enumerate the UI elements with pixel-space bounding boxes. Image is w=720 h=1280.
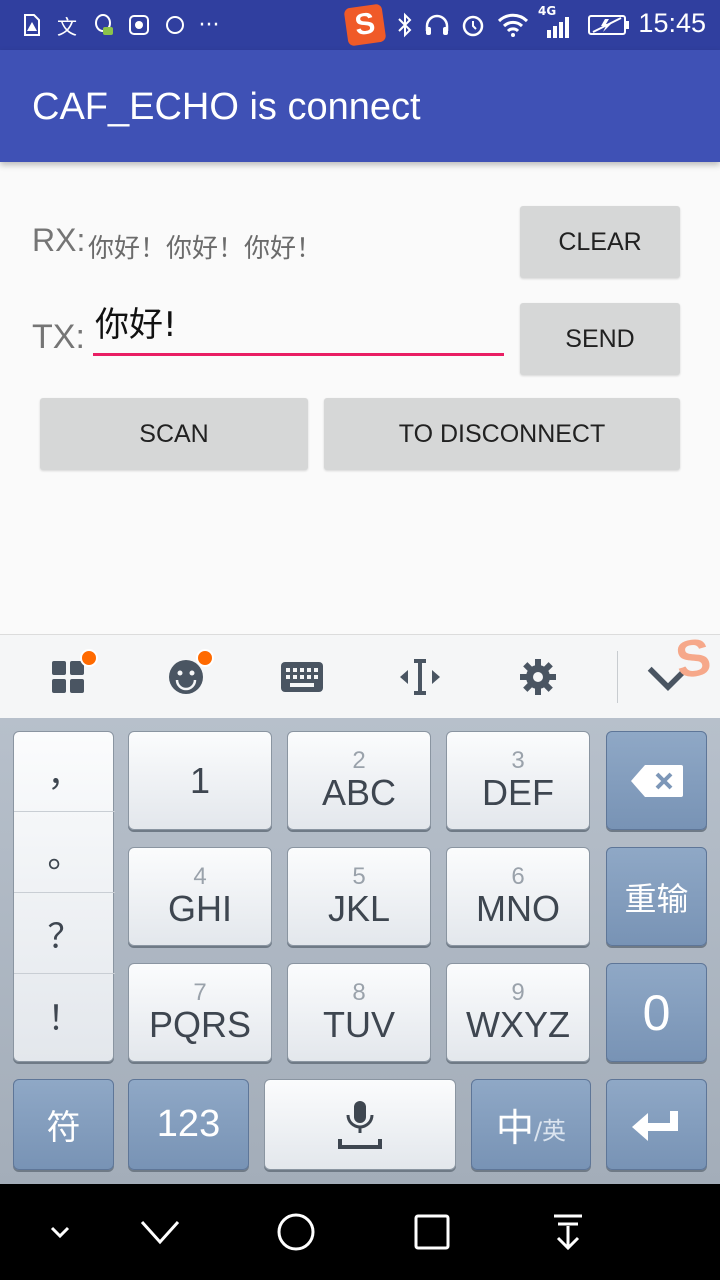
language-key[interactable]: 中 /英 — [471, 1079, 591, 1170]
recents-icon[interactable] — [402, 1202, 462, 1262]
space-key[interactable] — [264, 1079, 456, 1170]
page-title: CAF_ECHO is connect — [32, 86, 421, 128]
clear-button[interactable]: CLEAR — [520, 206, 680, 278]
warning-icon — [18, 12, 44, 38]
punctuation-column: ， 。 ？ ！ — [13, 731, 115, 1062]
hide-keyboard-icon[interactable] — [30, 1202, 90, 1262]
key-7[interactable]: 7 PQRS — [128, 963, 272, 1062]
scan-button[interactable]: SCAN — [40, 398, 308, 470]
back-icon[interactable] — [130, 1202, 190, 1262]
ime-toolbar: S — [0, 634, 720, 718]
app-bar: CAF_ECHO is connect — [0, 50, 720, 162]
battery-icon — [586, 12, 632, 38]
signal-icon: 4G — [536, 4, 576, 38]
key-4[interactable]: 4 GHI — [128, 847, 272, 946]
punct-comma[interactable]: ， — [14, 732, 115, 812]
divider — [617, 651, 618, 703]
qq-icon — [90, 12, 116, 38]
sogou-s-icon — [126, 12, 152, 38]
sogou-status-icon: S — [343, 3, 387, 47]
emoji-icon[interactable] — [164, 649, 214, 699]
notification-dot — [80, 649, 98, 667]
status-bar: 文 ··· S 4G 15:45 — [0, 0, 720, 50]
rx-label: RX: — [32, 222, 86, 258]
punct-question[interactable]: ？ — [14, 894, 115, 974]
enter-icon — [631, 1110, 678, 1141]
rx-text: 你好！你好！你好！ — [88, 234, 323, 264]
tx-input[interactable]: 你好! — [93, 300, 504, 356]
home-icon[interactable] — [266, 1202, 326, 1262]
translate-icon: 文 — [57, 14, 77, 39]
keyboard-icon[interactable] — [280, 655, 324, 699]
backspace-key[interactable] — [606, 731, 707, 830]
key-3[interactable]: 3 DEF — [446, 731, 590, 830]
key-5[interactable]: 5 JKL — [287, 847, 431, 946]
notification-dot — [196, 649, 214, 667]
sogou-logo: S — [672, 635, 715, 685]
key-6[interactable]: 6 MNO — [446, 847, 590, 946]
disconnect-button[interactable]: TO DISCONNECT — [324, 398, 680, 470]
enter-key[interactable] — [606, 1079, 707, 1170]
retype-key[interactable]: 重输 — [606, 847, 707, 946]
wifi-icon — [496, 12, 530, 38]
symbol-key[interactable]: 符 — [13, 1079, 114, 1170]
notification-pull-icon[interactable] — [538, 1202, 598, 1262]
key-0[interactable]: 0 — [606, 963, 707, 1062]
punct-period[interactable]: 。 — [14, 813, 115, 893]
key-9[interactable]: 9 WXYZ — [446, 963, 590, 1062]
key-8[interactable]: 8 TUV — [287, 963, 431, 1062]
headphones-icon — [424, 12, 450, 38]
numbers-key[interactable]: 123 — [128, 1079, 249, 1170]
backspace-icon — [630, 764, 683, 797]
key-1[interactable]: 1 — [128, 731, 272, 830]
key-2[interactable]: 2 ABC — [287, 731, 431, 830]
bluetooth-icon — [392, 12, 418, 38]
navigation-bar — [0, 1184, 720, 1280]
microphone-icon — [338, 1100, 382, 1149]
more-icon: ··· — [198, 12, 220, 38]
tx-label: TX: — [32, 318, 85, 356]
settings-icon[interactable] — [516, 655, 560, 699]
alarm-icon — [460, 12, 486, 38]
send-button[interactable]: SEND — [520, 303, 680, 375]
apps-icon[interactable] — [46, 649, 98, 699]
cursor-icon[interactable] — [398, 655, 442, 699]
punct-exclaim[interactable]: ！ — [14, 975, 115, 1055]
clock: 15:45 — [638, 8, 706, 38]
ring-icon — [162, 12, 188, 38]
